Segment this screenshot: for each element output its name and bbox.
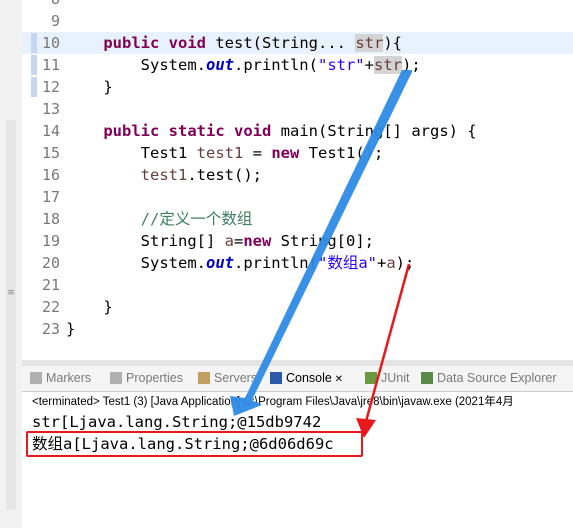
red-arrow-line: [363, 263, 411, 426]
blue-arrow: [230, 70, 412, 416]
red-arrowhead: [356, 418, 376, 438]
annotation-arrows: [230, 70, 412, 438]
